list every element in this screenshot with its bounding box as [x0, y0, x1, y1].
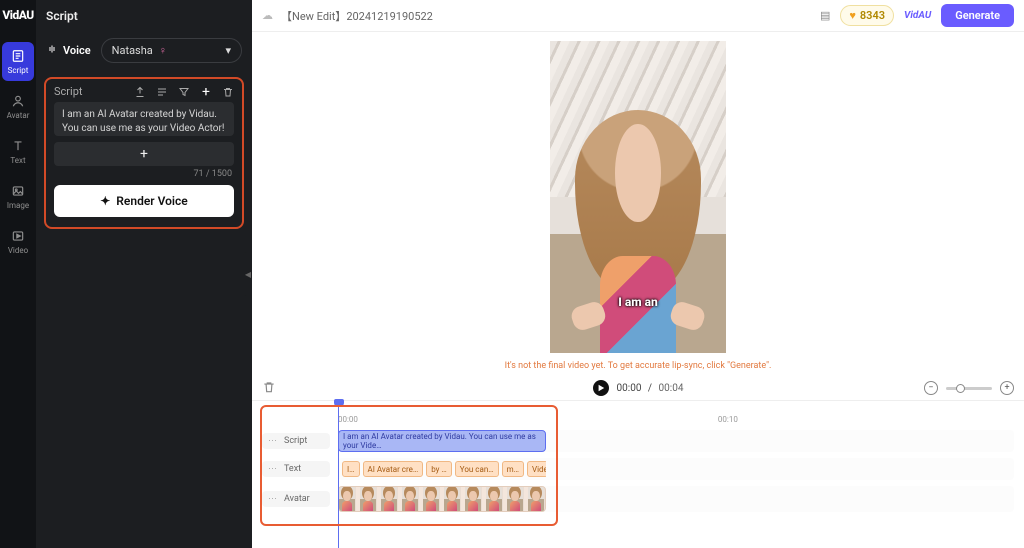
script-box: Script + I am an AI Avatar created by Vi… — [44, 77, 244, 229]
timeline-label-text[interactable]: ⋯Text — [262, 461, 330, 477]
sparkle-icon: ✦ — [100, 194, 110, 208]
app-logo: VidAU — [2, 8, 33, 22]
play-button[interactable] — [593, 380, 609, 396]
text-chip[interactable]: m… — [502, 461, 524, 477]
rail-item-avatar[interactable]: Avatar — [2, 87, 34, 126]
voice-row: Voice Natasha ♀ ▾ — [36, 32, 252, 73]
voice-label: Voice — [46, 43, 91, 58]
text-chip[interactable]: AI Avatar cre… — [363, 461, 424, 477]
trash-icon[interactable] — [222, 86, 234, 98]
timeline-row-text: ⋯Text I… AI Avatar cre… by … You can… m…… — [262, 458, 1014, 480]
voice-wave-icon — [46, 43, 58, 58]
preview-caption: I am an — [618, 295, 657, 309]
project-name: 【New Edit】20241219190522 — [281, 8, 433, 24]
rail-label: Text — [10, 156, 25, 165]
voice-gender-icon: ♀ — [159, 44, 167, 57]
rail-item-image[interactable]: Image — [2, 177, 34, 216]
voice-select[interactable]: Natasha ♀ ▾ — [101, 38, 242, 63]
timeline-row-avatar: ⋯Avatar — [262, 486, 1014, 512]
top-bar: ☁ 【New Edit】20241219190522 ▤ ♥ 8343 VidA… — [252, 0, 1024, 32]
side-panel: Script Voice Natasha ♀ ▾ Script — [36, 0, 252, 548]
filter-icon[interactable] — [178, 86, 190, 98]
voice-label-text: Voice — [63, 44, 91, 57]
paragraph-icon[interactable] — [156, 86, 168, 98]
upload-icon[interactable] — [134, 86, 146, 98]
app-root: VidAU Script Avatar Text Image Video Scr… — [0, 0, 1024, 548]
credits-badge[interactable]: ♥ 8343 — [840, 5, 894, 26]
zoom-in-button[interactable]: + — [1000, 381, 1014, 395]
text-icon — [10, 138, 26, 154]
heart-icon: ♥ — [849, 9, 856, 22]
script-icon — [10, 48, 26, 64]
timeline-row-script: ⋯Script I am an AI Avatar created by Vid… — [262, 430, 1014, 452]
rail-label: Script — [8, 66, 29, 75]
video-icon — [10, 228, 26, 244]
zoom-out-button[interactable]: − — [924, 381, 938, 395]
rail-label: Avatar — [7, 111, 30, 120]
text-chip[interactable]: You can… — [455, 461, 499, 477]
rail-item-video[interactable]: Video — [2, 222, 34, 261]
plus-icon[interactable]: + — [200, 86, 212, 98]
clip-avatar[interactable] — [338, 486, 546, 512]
rail-item-text[interactable]: Text — [2, 132, 34, 171]
generate-button[interactable]: Generate — [941, 4, 1014, 27]
time-display: 00:00 / 00:04 — [617, 383, 684, 394]
timeline-label-avatar[interactable]: ⋯Avatar — [262, 491, 330, 507]
layers-icon[interactable]: ▤ — [820, 9, 830, 22]
text-chip[interactable]: I… — [342, 461, 360, 477]
video-preview[interactable]: I am an — [550, 41, 726, 353]
char-count: 71 / 1500 — [46, 166, 242, 185]
timeline-label-script[interactable]: ⋯Script — [262, 433, 330, 449]
text-chip[interactable]: Vide… — [527, 461, 546, 477]
rail-label: Video — [8, 246, 28, 255]
clip-text-group: I… AI Avatar cre… by … You can… m… Vide… — [338, 458, 546, 480]
rail-item-script[interactable]: Script — [2, 42, 34, 81]
render-label: Render Voice — [116, 194, 187, 208]
voice-name: Natasha — [112, 44, 153, 57]
script-header-label: Script — [54, 85, 82, 98]
timeline: 00:00 00:10 ⋯Script I am an AI Avatar cr… — [252, 400, 1024, 548]
nav-rail: VidAU Script Avatar Text Image Video — [0, 0, 36, 548]
timeline-ruler: 00:00 00:10 — [262, 415, 1014, 424]
clip-script[interactable]: I am an AI Avatar created by Vidau. You … — [338, 430, 546, 452]
chevron-down-icon: ▾ — [225, 44, 231, 57]
text-chip[interactable]: by … — [426, 461, 452, 477]
render-voice-button[interactable]: ✦ Render Voice — [54, 185, 234, 217]
script-header: Script + — [46, 79, 242, 102]
preview-area: I am an It's not the final video yet. To… — [252, 32, 1024, 376]
add-script-block[interactable]: + — [54, 142, 234, 166]
trash-timeline-icon[interactable] — [262, 379, 276, 398]
watermark-badge[interactable]: VidAU — [904, 10, 931, 21]
credits-value: 8343 — [860, 9, 885, 22]
main-area: ☁ 【New Edit】20241219190522 ▤ ♥ 8343 VidA… — [252, 0, 1024, 548]
avatar-icon — [10, 93, 26, 109]
transport-controls: 00:00 / 00:04 − + — [252, 376, 1024, 400]
image-icon — [10, 183, 26, 199]
cloud-icon: ☁ — [262, 9, 273, 22]
side-title: Script — [36, 0, 252, 32]
preview-note: It's not the final video yet. To get acc… — [505, 361, 772, 371]
zoom-slider[interactable] — [946, 387, 992, 390]
script-textarea[interactable]: I am an AI Avatar created by Vidau. You … — [54, 102, 234, 136]
rail-label: Image — [7, 201, 29, 210]
